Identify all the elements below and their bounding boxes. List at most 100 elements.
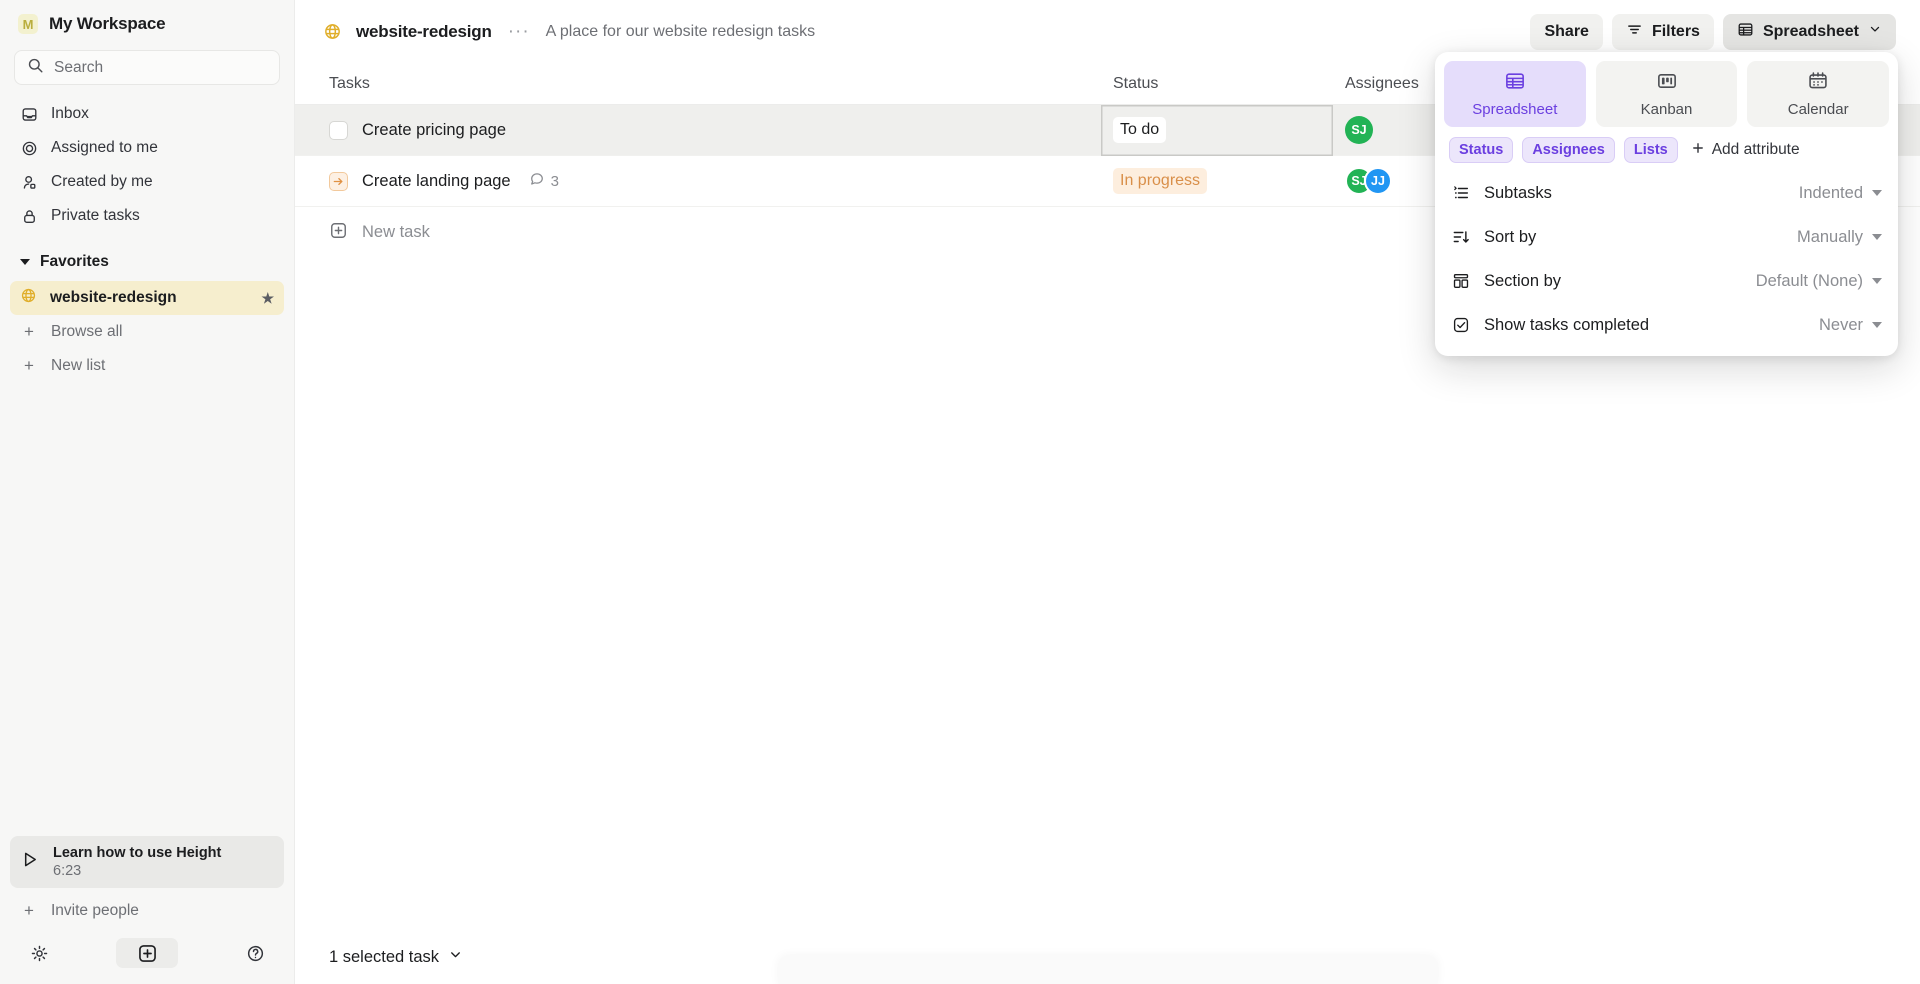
plus-box-icon[interactable] bbox=[116, 938, 178, 968]
sidebar-item-private-tasks[interactable]: Private tasks bbox=[10, 199, 284, 233]
more-options-button[interactable]: ··· bbox=[506, 21, 532, 43]
checkmark-box-icon bbox=[1451, 315, 1471, 335]
status-cell[interactable]: In progress bbox=[1101, 156, 1333, 207]
search-icon bbox=[27, 57, 44, 79]
attribute-chip-assignees[interactable]: Assignees bbox=[1522, 137, 1615, 163]
floating-toolbar-hint bbox=[777, 956, 1438, 984]
kanban-icon bbox=[1656, 70, 1678, 96]
option-value: Default (None) bbox=[1755, 271, 1863, 290]
in-progress-icon[interactable] bbox=[329, 171, 348, 191]
plus-icon: + bbox=[24, 901, 34, 920]
sidebar-item-label: Private tasks bbox=[51, 207, 140, 224]
browse-all-button[interactable]: + Browse all bbox=[10, 315, 284, 349]
status-badge: To do bbox=[1113, 117, 1167, 143]
sidebar: M My Workspace Search Inbox Assigned to … bbox=[0, 0, 295, 984]
play-icon bbox=[20, 850, 39, 874]
help-icon[interactable] bbox=[240, 938, 270, 968]
target-icon bbox=[20, 139, 38, 157]
tab-spreadsheet[interactable]: Spreadsheet bbox=[1444, 61, 1586, 127]
view-selector-button[interactable]: Spreadsheet bbox=[1722, 13, 1896, 50]
task-cell[interactable]: Create pricing page bbox=[295, 105, 1101, 156]
sort-icon bbox=[1451, 227, 1471, 247]
option-sort-by[interactable]: Sort by Manually bbox=[1444, 215, 1889, 259]
sidebar-item-inbox[interactable]: Inbox bbox=[10, 97, 284, 131]
favorites-section-header[interactable]: Favorites bbox=[10, 245, 284, 279]
add-attribute-button[interactable]: Add attribute bbox=[1687, 141, 1800, 160]
invite-people-button[interactable]: + Invite people bbox=[10, 894, 284, 928]
inbox-icon bbox=[20, 105, 38, 123]
attributes-row: Status Assignees Lists Add attribute bbox=[1444, 127, 1889, 171]
workspace-header[interactable]: M My Workspace bbox=[0, 0, 294, 44]
option-value: Indented bbox=[1798, 183, 1863, 202]
column-header-status: Status bbox=[1113, 74, 1159, 92]
tab-label: Calendar bbox=[1787, 101, 1849, 118]
avatar-group: SJ bbox=[1345, 116, 1373, 144]
tab-label: Spreadsheet bbox=[1472, 101, 1558, 118]
share-button[interactable]: Share bbox=[1530, 13, 1603, 50]
chevron-down-icon bbox=[1872, 278, 1882, 284]
view-options-panel: Spreadsheet Kanban Calendar Status Assig… bbox=[1435, 52, 1898, 356]
option-value: Never bbox=[1818, 315, 1863, 334]
workspace-avatar: M bbox=[18, 14, 38, 34]
comment-count[interactable]: 3 bbox=[529, 171, 559, 191]
learn-card-duration: 6:23 bbox=[53, 863, 82, 879]
filters-button[interactable]: Filters bbox=[1611, 13, 1714, 50]
view-label: Spreadsheet bbox=[1762, 22, 1859, 40]
selected-cell-outline[interactable]: To do bbox=[1101, 105, 1333, 156]
learn-how-to-use-height-card[interactable]: Learn how to use Height 6:23 bbox=[10, 836, 284, 888]
plus-box-icon bbox=[329, 221, 348, 245]
bottom-status-bar: 1 selected task bbox=[295, 930, 1920, 984]
filters-label: Filters bbox=[1651, 22, 1700, 40]
search-placeholder: Search bbox=[54, 58, 104, 76]
option-show-tasks-completed[interactable]: Show tasks completed Never bbox=[1444, 303, 1889, 347]
task-cell[interactable]: Create landing page 3 bbox=[295, 156, 1101, 207]
spreadsheet-icon bbox=[1737, 21, 1754, 43]
invite-people-label: Invite people bbox=[51, 902, 139, 919]
tab-label: Kanban bbox=[1640, 101, 1693, 118]
option-section-by[interactable]: Section by Default (None) bbox=[1444, 259, 1889, 303]
chevron-down-icon bbox=[448, 947, 463, 967]
plus-icon: + bbox=[24, 356, 34, 375]
comment-icon bbox=[529, 171, 545, 191]
chevron-down-icon bbox=[1872, 322, 1882, 328]
task-title: Create pricing page bbox=[362, 120, 507, 139]
sidebar-item-assigned-to-me[interactable]: Assigned to me bbox=[10, 131, 284, 165]
column-header-tasks: Tasks bbox=[329, 74, 370, 92]
lock-icon bbox=[20, 207, 38, 225]
user-icon bbox=[20, 173, 38, 191]
attribute-chip-lists[interactable]: Lists bbox=[1623, 137, 1678, 163]
new-list-button[interactable]: + New list bbox=[10, 349, 284, 383]
star-icon[interactable]: ★ bbox=[261, 290, 274, 307]
chevron-down-icon bbox=[1868, 22, 1882, 41]
section-icon bbox=[1451, 271, 1471, 291]
sidebar-item-label: Assigned to me bbox=[51, 139, 158, 156]
option-subtasks[interactable]: Subtasks Indented bbox=[1444, 171, 1889, 215]
sidebar-nav: Inbox Assigned to me Created by me Priva… bbox=[0, 97, 294, 233]
avatar[interactable]: JJ bbox=[1364, 167, 1392, 195]
sidebar-item-created-by-me[interactable]: Created by me bbox=[10, 165, 284, 199]
search-input[interactable]: Search bbox=[14, 50, 280, 85]
sidebar-footer bbox=[0, 928, 294, 984]
tab-calendar[interactable]: Calendar bbox=[1747, 61, 1890, 127]
tab-kanban[interactable]: Kanban bbox=[1595, 61, 1738, 127]
sidebar-item-website-redesign[interactable]: website-redesign ★ bbox=[10, 281, 284, 315]
avatar[interactable]: SJ bbox=[1345, 116, 1373, 144]
globe-icon bbox=[323, 22, 342, 41]
chevron-down-icon bbox=[1872, 190, 1882, 196]
chevron-down-icon bbox=[1872, 234, 1882, 240]
option-label: Section by bbox=[1484, 271, 1562, 290]
sidebar-item-label: website-redesign bbox=[50, 289, 177, 306]
selection-dropdown[interactable]: 1 selected task bbox=[329, 947, 463, 967]
add-attribute-label: Add attribute bbox=[1711, 141, 1800, 158]
checkbox-icon[interactable] bbox=[329, 120, 348, 140]
new-list-label: New list bbox=[51, 357, 106, 374]
filter-icon bbox=[1626, 21, 1643, 43]
status-cell[interactable]: To do bbox=[1101, 105, 1333, 156]
gear-icon[interactable] bbox=[24, 938, 54, 968]
sidebar-item-label: Created by me bbox=[51, 173, 153, 190]
attribute-chip-status[interactable]: Status bbox=[1449, 137, 1514, 163]
sidebar-item-label: Inbox bbox=[51, 105, 89, 122]
main-content: website-redesign ··· A place for our web… bbox=[295, 0, 1920, 984]
project-description: A place for our website redesign tasks bbox=[545, 22, 816, 40]
